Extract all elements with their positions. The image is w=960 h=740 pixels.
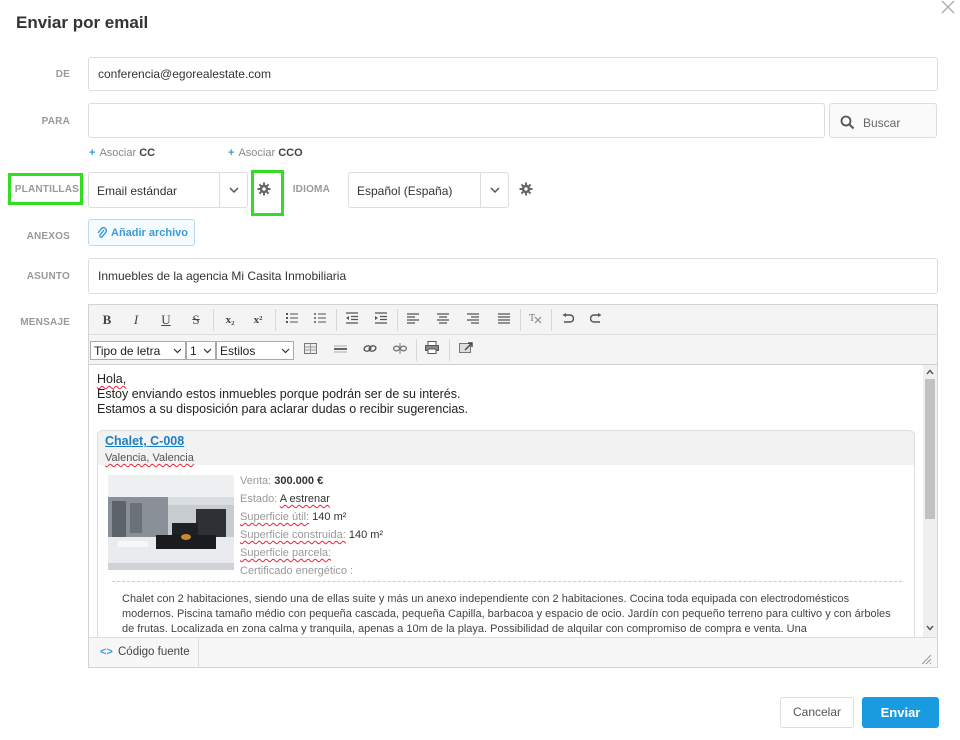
subject-label: ASUNTO (26, 271, 70, 282)
add-attachment-label: Añadir archivo (111, 227, 189, 239)
source-code-button[interactable]: <> Código fuente (89, 638, 199, 668)
message-editor[interactable]: B I U S x₂ x² T Tipo de letra 1 Estilos … (88, 304, 938, 668)
to-label: PARA (41, 116, 70, 127)
strikethrough-button[interactable]: S (185, 310, 207, 330)
chevron-down-icon (281, 348, 290, 354)
language-select-value: Español (España) (357, 184, 453, 198)
language-select[interactable]: Español (España) (348, 172, 509, 208)
greeting-text: Hola, Estoy enviando estos inmuebles por… (97, 372, 469, 416)
search-button-label: Buscar (863, 116, 901, 130)
dialog-title: Enviar por email (16, 13, 149, 32)
svg-text:T: T (529, 313, 535, 324)
justify-icon[interactable] (493, 310, 515, 330)
table-icon[interactable] (299, 340, 321, 360)
plot-area-row: Superficie parcela: (240, 547, 332, 559)
editor-toolbar-row-2: Tipo de letra 1 Estilos (89, 335, 937, 365)
property-location: Valencia, Valencia (105, 452, 194, 464)
add-attachment-button[interactable]: Añadir archivo (88, 219, 195, 246)
template-select[interactable]: Email estándar (88, 172, 248, 208)
paperclip-icon (97, 227, 107, 238)
property-card: Chalet, C-008 Valencia, Valencia Venta: … (97, 430, 915, 637)
subscript-button[interactable]: x₂ (219, 310, 241, 330)
associate-cc-link[interactable]: + Asociar CC (89, 147, 155, 159)
associate-cco-link[interactable]: + Asociar CCO (228, 147, 303, 159)
language-settings-gear-icon[interactable] (519, 182, 533, 196)
useful-area-row: Superficie útil: 140 m² (240, 511, 347, 523)
templates-label: PLANTILLAS (14, 184, 79, 195)
italic-button[interactable]: I (125, 310, 147, 330)
link-icon[interactable] (359, 340, 381, 360)
sale-row: Venta: 300.000 € (240, 475, 324, 487)
property-photo (108, 475, 234, 570)
horizontal-rule-icon[interactable] (329, 340, 351, 360)
energy-certificate-row: Certificado energético : (240, 565, 354, 577)
language-label: IDIOMA (292, 184, 330, 195)
align-right-icon[interactable] (462, 310, 484, 330)
print-icon[interactable] (421, 340, 443, 360)
bold-button[interactable]: B (96, 310, 118, 330)
subject-value: Inmuebles de la agencia Mi Casita Inmobi… (98, 269, 347, 283)
outdent-icon[interactable] (341, 310, 363, 330)
indent-icon[interactable] (370, 310, 392, 330)
state-row: Estado: A estrenar (240, 493, 330, 505)
close-icon[interactable] (941, 0, 959, 18)
property-description: Chalet con 2 habitaciones, siendo una de… (122, 593, 891, 635)
font-family-select[interactable]: Tipo de letra (90, 341, 186, 360)
scrollbar-thumb[interactable] (925, 379, 935, 519)
chevron-down-icon (229, 187, 239, 194)
numbered-list-icon[interactable] (281, 310, 303, 330)
scroll-down-icon[interactable] (926, 625, 934, 631)
redo-icon[interactable] (585, 310, 607, 330)
chevron-down-icon (490, 187, 500, 194)
search-icon (840, 115, 855, 130)
underline-button[interactable]: U (155, 310, 177, 330)
font-size-select[interactable]: 1 (186, 341, 216, 360)
cancel-button[interactable]: Cancelar (780, 697, 854, 728)
send-button[interactable]: Enviar (862, 697, 939, 728)
chevron-down-icon (173, 348, 182, 354)
built-area-row: Superficie construida: 140 m² (240, 529, 384, 541)
from-field[interactable]: conferencia@egorealestate.com (88, 57, 938, 91)
align-left-icon[interactable] (402, 310, 424, 330)
editor-footer: <> Código fuente (89, 637, 937, 668)
chevron-down-icon (203, 348, 212, 354)
subject-field[interactable]: Inmuebles de la agencia Mi Casita Inmobi… (88, 258, 938, 294)
divider (112, 581, 902, 582)
align-center-icon[interactable] (432, 310, 454, 330)
editor-toolbar-row-1: B I U S x₂ x² T (89, 305, 937, 335)
from-value: conferencia@egorealestate.com (98, 67, 271, 81)
resize-handle-icon[interactable] (921, 654, 932, 665)
maximize-icon[interactable] (455, 340, 477, 360)
undo-icon[interactable] (556, 310, 578, 330)
editor-content[interactable]: Hola, Estoy enviando estos inmuebles por… (89, 365, 923, 637)
bullet-list-icon[interactable] (309, 310, 331, 330)
attachments-label: ANEXOS (26, 231, 70, 242)
plus-icon: + (89, 147, 96, 159)
search-button[interactable]: Buscar (829, 103, 937, 138)
remove-format-icon[interactable]: T (525, 310, 547, 330)
editor-scrollbar[interactable] (923, 365, 937, 637)
unlink-icon[interactable] (389, 340, 411, 360)
code-icon: <> (100, 646, 113, 658)
property-title-link[interactable]: Chalet, C-008 (105, 434, 184, 448)
superscript-button[interactable]: x² (247, 310, 269, 330)
template-select-value: Email estándar (97, 184, 178, 198)
styles-select[interactable]: Estilos (216, 341, 294, 360)
to-field[interactable] (88, 103, 825, 138)
scroll-up-icon[interactable] (926, 369, 934, 375)
plus-icon: + (228, 147, 235, 159)
from-label: DE (55, 69, 70, 80)
message-label: MENSAJE (20, 317, 70, 328)
